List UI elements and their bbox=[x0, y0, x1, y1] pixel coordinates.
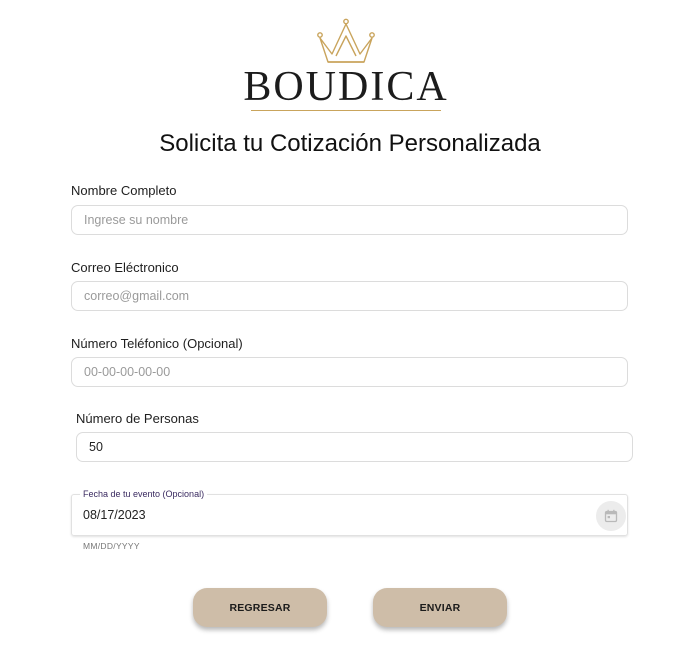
submit-button[interactable]: ENVIAR bbox=[373, 588, 507, 627]
people-label: Número de Personas bbox=[76, 411, 199, 426]
calendar-icon bbox=[604, 509, 618, 523]
brand-logo: BOUDICA bbox=[0, 18, 692, 111]
phone-input[interactable] bbox=[71, 357, 628, 387]
people-input[interactable] bbox=[76, 432, 633, 462]
page-title: Solicita tu Cotización Personalizada bbox=[159, 130, 541, 157]
name-input[interactable] bbox=[71, 205, 628, 235]
date-format-hint: MM/DD/YYYY bbox=[83, 541, 140, 551]
back-button[interactable]: REGRESAR bbox=[193, 588, 327, 627]
brand-underline bbox=[251, 110, 441, 111]
crown-icon bbox=[317, 18, 375, 63]
email-label: Correo Eléctronico bbox=[71, 260, 179, 275]
event-date-input[interactable] bbox=[83, 508, 283, 522]
brand-name: BOUDICA bbox=[243, 64, 449, 110]
event-date-field[interactable]: Fecha de tu evento (Opcional) bbox=[71, 489, 628, 536]
name-label: Nombre Completo bbox=[71, 183, 177, 198]
calendar-button[interactable] bbox=[596, 501, 626, 531]
phone-label: Número Teléfonico (Opcional) bbox=[71, 336, 243, 351]
email-input[interactable] bbox=[71, 281, 628, 311]
event-date-label: Fecha de tu evento (Opcional) bbox=[80, 489, 208, 499]
